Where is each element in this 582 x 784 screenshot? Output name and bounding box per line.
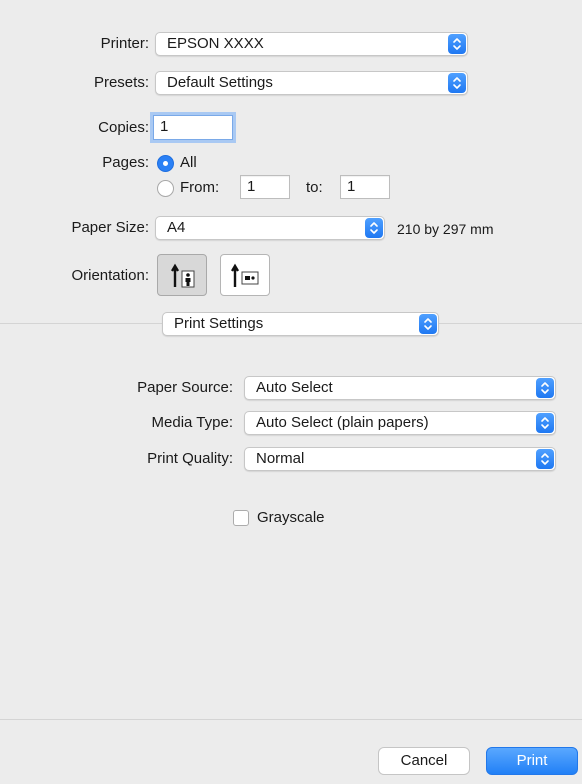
grayscale-checkbox[interactable] xyxy=(233,510,249,526)
presets-popup[interactable]: Default Settings xyxy=(155,71,468,95)
pages-to-value: 1 xyxy=(347,178,356,195)
popup-stepper-icon xyxy=(536,413,554,433)
portrait-icon xyxy=(171,263,195,288)
pages-from-value: 1 xyxy=(247,178,256,195)
copies-value: 1 xyxy=(160,118,169,135)
printer-popup[interactable]: EPSON XXXX xyxy=(155,32,468,56)
footer-divider xyxy=(0,719,582,720)
media-type-value: Auto Select (plain papers) xyxy=(256,414,429,431)
landscape-icon xyxy=(231,263,259,287)
popup-stepper-icon xyxy=(536,449,554,469)
pages-all-label: All xyxy=(180,154,197,171)
cancel-button[interactable]: Cancel xyxy=(378,747,470,775)
paper-source-popup[interactable]: Auto Select xyxy=(244,376,556,400)
paper-size-dimensions: 210 by 297 mm xyxy=(397,221,494,237)
pages-label: Pages: xyxy=(102,154,149,171)
paper-size-label: Paper Size: xyxy=(71,219,149,236)
print-quality-label: Print Quality: xyxy=(147,450,233,467)
paper-source-value: Auto Select xyxy=(256,379,333,396)
section-popup[interactable]: Print Settings xyxy=(162,312,439,336)
copies-label: Copies: xyxy=(98,119,149,136)
pages-all-radio[interactable] xyxy=(157,155,174,172)
print-quality-popup[interactable]: Normal xyxy=(244,447,556,471)
printer-value: EPSON XXXX xyxy=(167,35,264,52)
copies-field[interactable]: 1 xyxy=(153,115,233,140)
popup-stepper-icon xyxy=(419,314,437,334)
media-type-popup[interactable]: Auto Select (plain papers) xyxy=(244,411,556,435)
pages-to-field[interactable]: 1 xyxy=(340,175,390,199)
presets-label: Presets: xyxy=(93,74,149,91)
print-button[interactable]: Print xyxy=(486,747,578,775)
orientation-label: Orientation: xyxy=(71,267,149,284)
section-popup-value: Print Settings xyxy=(174,315,264,332)
popup-stepper-icon xyxy=(365,218,383,238)
popup-stepper-icon xyxy=(448,73,466,93)
print-quality-value: Normal xyxy=(256,450,305,467)
orientation-landscape-button[interactable] xyxy=(220,254,270,296)
popup-stepper-icon xyxy=(536,378,554,398)
printer-label: Printer: xyxy=(100,35,149,52)
media-type-label: Media Type: xyxy=(151,414,233,431)
pages-from-label: From: xyxy=(180,179,220,196)
orientation-portrait-button[interactable] xyxy=(157,254,207,296)
popup-stepper-icon xyxy=(448,34,466,54)
pages-from-radio[interactable] xyxy=(157,180,174,197)
paper-source-label: Paper Source: xyxy=(137,379,233,396)
paper-size-popup[interactable]: A4 xyxy=(155,216,385,240)
presets-value: Default Settings xyxy=(167,74,273,91)
paper-size-value: A4 xyxy=(167,219,186,236)
pages-to-label: to: xyxy=(306,179,323,196)
pages-from-field[interactable]: 1 xyxy=(240,175,290,199)
grayscale-label: Grayscale xyxy=(257,509,325,526)
